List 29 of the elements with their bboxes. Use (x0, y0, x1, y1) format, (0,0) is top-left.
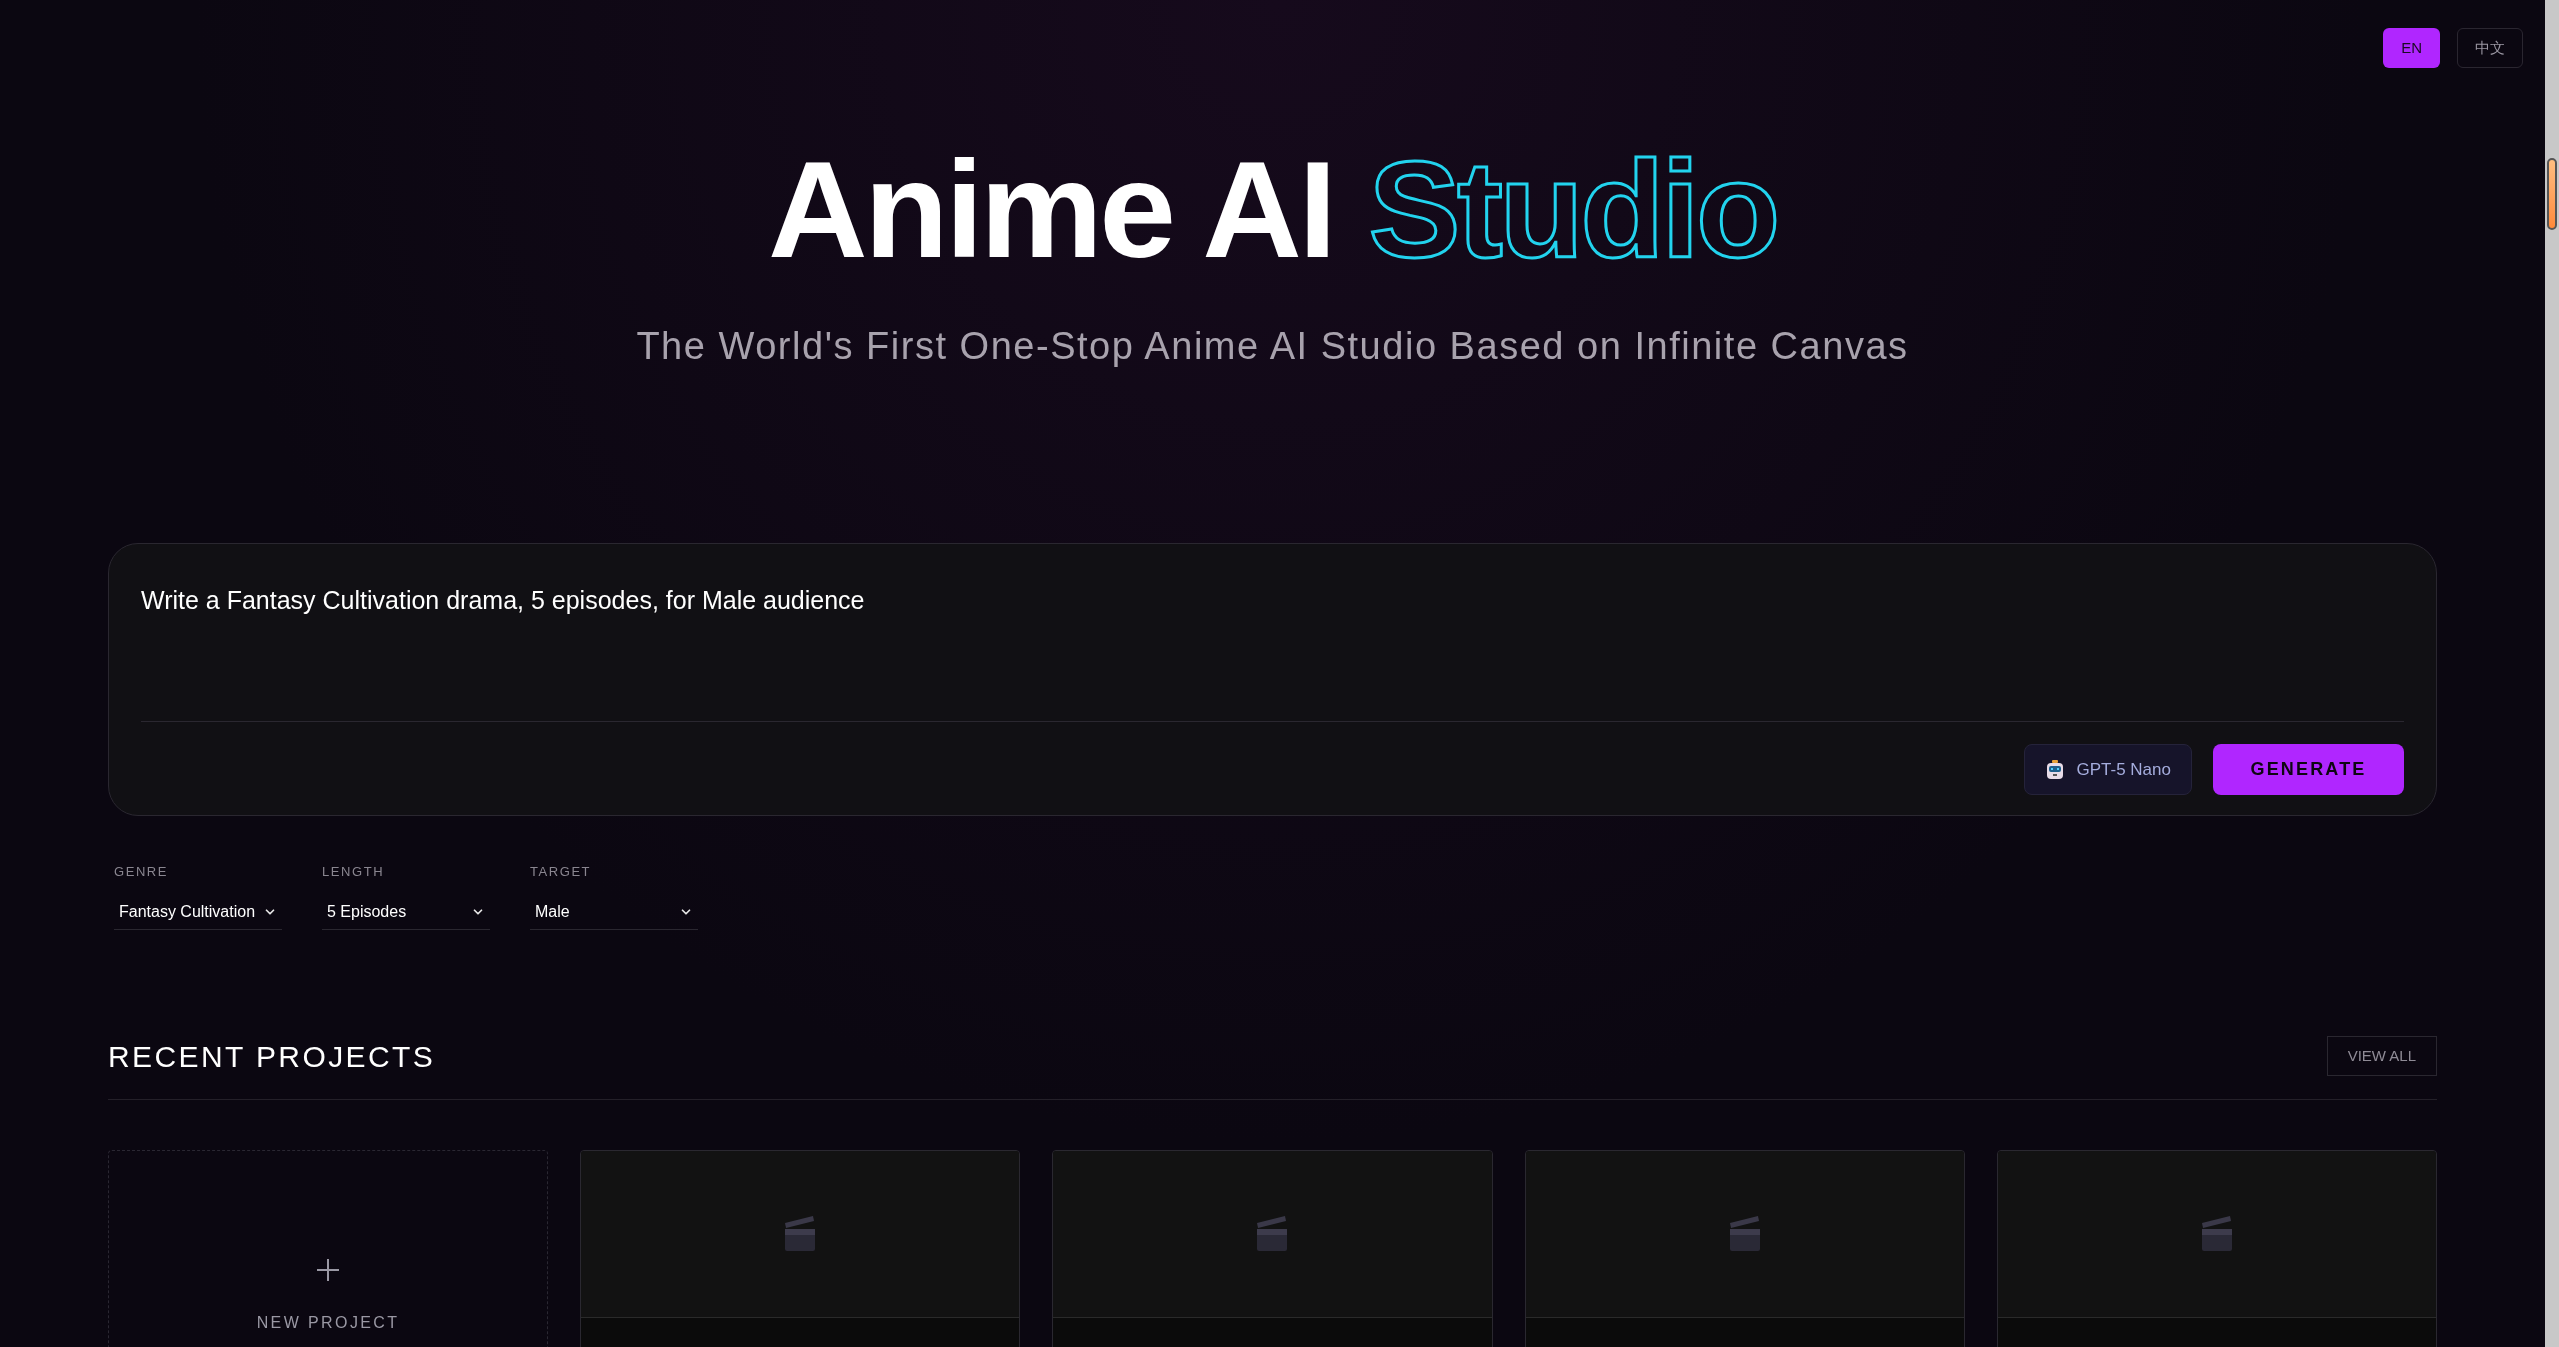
filter-label: GENRE (114, 863, 170, 881)
clapperboard-icon (1727, 1214, 1762, 1253)
project-card[interactable] (1996, 1149, 2437, 1347)
project-card[interactable] (580, 1149, 1021, 1347)
project-card[interactable] (1524, 1149, 1965, 1347)
section-title: RECENT PROJECTS (108, 1038, 436, 1075)
view-all-button[interactable]: VIEW ALL (2326, 1036, 2437, 1076)
clapperboard-icon (1255, 1214, 1290, 1253)
model-button[interactable]: GPT-5 Nano (2023, 744, 2192, 795)
scrollbar-thumb[interactable] (2547, 158, 2557, 230)
clapperboard-icon (783, 1214, 818, 1253)
filter-select[interactable]: 5 Episodes (322, 895, 490, 930)
hero-title: Anime AI Studio (767, 140, 1778, 278)
filter-select[interactable]: Male (530, 895, 698, 930)
new-project-label: NEW PROJECT (256, 1312, 400, 1333)
prompt-field[interactable]: Write a Fantasy Cultivation drama, 5 episodes, for Male audience (141, 582, 2404, 722)
filter-label: LENGTH (322, 863, 386, 881)
robot-icon (2044, 759, 2065, 780)
new-project-card[interactable]: NEW PROJECT (108, 1149, 549, 1347)
plus-icon (317, 1258, 340, 1281)
language-button[interactable]: EN (2383, 28, 2440, 68)
language-button[interactable]: 中文 (2457, 28, 2523, 68)
hero-subtitle: The World's First One-Stop Anime AI Studio Based on Infinite Canvas (635, 324, 1910, 369)
project-card[interactable] (1052, 1149, 1493, 1347)
prompt-panel[interactable]: Write a Fantasy Cultivation drama, 5 episodes, for Male audience GPT-5 Nano GENERATE (108, 543, 2437, 816)
filter-select[interactable]: Fantasy Cultivation (114, 895, 282, 930)
generate-button[interactable]: GENERATE (2213, 744, 2404, 795)
clapperboard-icon (2199, 1214, 2234, 1253)
filter-label: TARGET (530, 863, 593, 881)
